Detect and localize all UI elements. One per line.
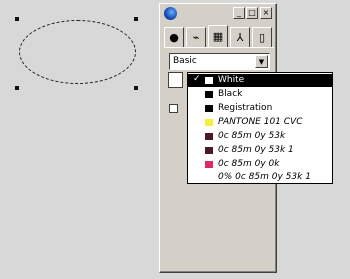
option-checkbox[interactable] <box>169 104 178 113</box>
color-item-registration[interactable]: Registration <box>188 102 332 115</box>
color-item-white[interactable]: ✓ White <box>188 74 332 87</box>
color-item-tint[interactable]: 0% 0c 85m 0y 53k 1 <box>188 171 332 184</box>
swatches-tab-icon: ▦ <box>212 30 224 43</box>
color-item-black[interactable]: Black <box>188 88 332 101</box>
tab-fill[interactable]: ● <box>164 27 184 47</box>
color-chip <box>205 161 213 168</box>
color-item-cmyk-2[interactable]: 0c 85m 0y 53k 1 <box>188 144 332 157</box>
tab-page[interactable]: ▯ <box>252 27 272 47</box>
app-icon <box>164 7 177 20</box>
maximize-icon: □ <box>248 8 256 17</box>
selection-handle-bottom-right[interactable] <box>134 86 138 90</box>
color-item-label: PANTONE 101 CVC <box>218 117 303 127</box>
color-chip <box>205 119 213 126</box>
color-item-label: 0c 85m 0y 53k <box>218 131 286 141</box>
color-item-label: 0% 0c 85m 0y 53k 1 <box>218 172 311 182</box>
color-chip <box>205 133 213 140</box>
selection-handle-top-left[interactable] <box>15 17 19 21</box>
stroke-tab-icon: ⌁ <box>192 31 200 44</box>
checkmark-icon: ✓ <box>193 74 201 84</box>
color-item-label: 0c 85m 0y 0k <box>218 159 280 169</box>
tab-swatches[interactable]: ▦ <box>208 25 228 47</box>
palette-tabs: ● ⌁ ▦ ⅄ ▯ <box>164 25 274 47</box>
chevron-down-icon[interactable]: ▼ <box>255 55 268 68</box>
color-dropdown-list: ✓ White Black Registration PANTONE 101 C… <box>187 72 333 184</box>
color-item-label: Registration <box>218 103 273 113</box>
palette-titlebar[interactable]: _ □ × <box>162 6 274 22</box>
tab-panel-divider <box>164 47 274 48</box>
color-chip <box>205 105 213 112</box>
preset-dropdown[interactable]: Basic ▼ <box>169 53 270 70</box>
color-swatch-button[interactable] <box>168 72 183 88</box>
color-item-pantone[interactable]: PANTONE 101 CVC <box>188 116 332 129</box>
minimize-icon: _ <box>237 8 241 17</box>
color-item-label: 0c 85m 0y 53k 1 <box>218 145 294 155</box>
close-button[interactable]: × <box>260 7 272 19</box>
minimize-button[interactable]: _ <box>233 7 245 19</box>
color-chip <box>205 77 213 84</box>
color-chip <box>205 147 213 154</box>
close-icon: × <box>262 8 270 17</box>
color-item-cmyk-3[interactable]: 0c 85m 0y 0k <box>188 158 332 171</box>
color-item-label: Black <box>218 89 243 99</box>
tab-brush[interactable]: ⅄ <box>230 27 250 47</box>
color-chip <box>205 91 213 98</box>
preset-value: Basic <box>173 56 197 66</box>
page-tab-icon: ▯ <box>258 31 266 44</box>
brush-tab-icon: ⅄ <box>236 31 244 44</box>
maximize-button[interactable]: □ <box>246 7 258 19</box>
tab-stroke[interactable]: ⌁ <box>186 27 206 47</box>
dropdown-arrow-glyph: ▼ <box>258 57 265 66</box>
selection-handle-top-right[interactable] <box>134 17 138 21</box>
selection-handle-bottom-left[interactable] <box>15 86 19 90</box>
color-item-cmyk-1[interactable]: 0c 85m 0y 53k <box>188 130 332 143</box>
fill-tab-icon: ● <box>169 31 179 44</box>
selected-ellipse[interactable] <box>19 20 136 84</box>
color-item-label: White <box>218 75 245 85</box>
